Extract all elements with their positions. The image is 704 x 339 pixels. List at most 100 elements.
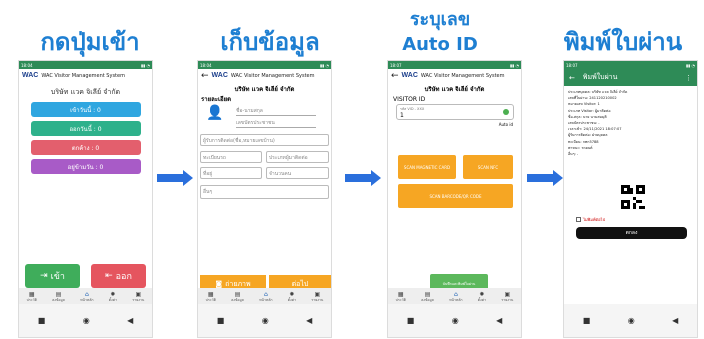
wac-logo: WAC	[401, 72, 418, 79]
enter-button[interactable]: ⇥ เข้า	[25, 264, 80, 288]
nav-label: ประวัติ	[205, 297, 216, 302]
company-name: บริษัท เเวค จิเลีย์ จำกัด	[50, 88, 121, 96]
screen-visitor-id: 18:07 ▮▮ ◔ ← WAC WAC Visitor Management Sys…	[387, 60, 522, 338]
id-field[interactable]: เลขบัตรประชาชน	[236, 119, 316, 128]
nav-report[interactable]: ▣ รายงาน	[132, 291, 144, 302]
check-icon	[503, 109, 509, 115]
stat-out-today[interactable]: ออกวันนี้ : 0	[30, 121, 141, 136]
status-bar: 18:04 ▮▮ ◔	[198, 61, 331, 69]
nav-history[interactable]: ▦ ประวัติ	[27, 291, 37, 302]
trash-icon: ▤	[234, 290, 241, 298]
visitor-type-field[interactable]: ประเภทผู้มาติดต่อ	[266, 151, 329, 163]
history-icon: ▦	[28, 290, 35, 298]
nav-label: ประวัติ	[395, 297, 406, 302]
name-field[interactable]: ชื่อ-นามสกุล	[236, 107, 316, 116]
system-nav: ■ ◉ ◀	[388, 304, 521, 337]
nav-label: รายงาน	[501, 297, 514, 302]
camera-icon: ◙	[215, 280, 223, 288]
stat-in-today[interactable]: เข้าวันนี้ : 0	[30, 102, 141, 117]
back-icon[interactable]: ◀	[672, 316, 678, 325]
recent-icon[interactable]: ■	[407, 316, 415, 325]
wac-logo: WAC	[22, 72, 39, 79]
plate-field[interactable]: ทะเบียนรถ	[200, 151, 262, 163]
back-arrow-icon[interactable]: ←	[391, 71, 399, 81]
other-field[interactable]: อื่นๆ	[200, 185, 329, 199]
recent-icon[interactable]: ■	[217, 316, 225, 325]
gear-icon: ✹	[110, 290, 116, 298]
bottom-nav: ▦ ประวัติ ▤ ลงข้อมูล ⌂ หน้าหลัก ✹ ตั้งค่า ▣ ร…	[19, 288, 152, 304]
nav-home[interactable]: ⌂ หน้าหลัก	[80, 291, 93, 302]
no-print-checkbox[interactable]: ไม่พิมพ์ต่อไป	[576, 216, 605, 223]
nav-history[interactable]: ▦ ประวัติ	[396, 291, 406, 302]
visitor-id-field[interactable]: รหัส VID - XXX 1	[396, 104, 514, 120]
nav-settings[interactable]: ✹ ตั้งค่า	[109, 291, 117, 302]
home-circle-icon[interactable]: ◉	[628, 316, 635, 325]
step2-title: เก็บข้อมูล	[220, 28, 320, 56]
nav-register[interactable]: ▤ ลงข้อมูล	[421, 291, 434, 302]
status-bar: 18:04 ▮▮ ◔	[19, 61, 152, 69]
address-field[interactable]: ที่อยู่	[200, 167, 262, 179]
home-circle-icon[interactable]: ◉	[452, 316, 459, 325]
nav-home[interactable]: ⌂ หน้าหลัก	[449, 291, 462, 302]
nav-label: ลงข้อมูล	[421, 297, 434, 302]
signal-icon: ▮▮ ◔	[685, 62, 695, 68]
stat-remaining[interactable]: ตกค้าง : 0	[30, 140, 141, 155]
system-name: WAC Visitor Management System	[420, 72, 505, 79]
avatar[interactable]: 👤	[206, 105, 224, 127]
scan-barcode-button[interactable]: SCAN BARCODE/QR CODE	[398, 184, 513, 208]
print-header: ← พิมพ์ใบผ่าน ⋮	[564, 69, 697, 86]
app-header: WAC WAC Visitor Management System	[19, 69, 152, 82]
nav-report[interactable]: ▣ รายงาน	[501, 291, 513, 302]
home-circle-icon[interactable]: ◉	[83, 316, 90, 325]
contact-field[interactable]: ผู้รับการติดต่อ(ชื่อ,หมายเลขบ้าน)	[200, 134, 329, 146]
home-circle-icon[interactable]: ◉	[262, 316, 269, 325]
arrow-right-icon	[345, 170, 381, 186]
step3-title-top: ระบุเลข	[409, 9, 471, 30]
recent-icon[interactable]: ■	[38, 316, 46, 325]
back-icon[interactable]: ◀	[306, 316, 312, 325]
home-icon: ⌂	[84, 290, 89, 298]
exit-button[interactable]: ⇤ ออก	[91, 264, 146, 288]
step4-title: พิมพ์ใบผ่าน	[563, 28, 683, 56]
checkbox-icon	[576, 217, 581, 222]
nav-register[interactable]: ▤ ลงข้อมูล	[231, 291, 244, 302]
step1-title: กดปุ่มเข้า	[40, 28, 140, 56]
more-icon[interactable]: ⋮	[685, 74, 692, 82]
back-arrow-icon[interactable]: ←	[569, 74, 575, 82]
nav-label: รายงาน	[311, 297, 324, 302]
nav-label: ตั้งค่า	[108, 297, 118, 302]
nav-home[interactable]: ⌂ หน้าหลัก	[259, 291, 272, 302]
arrow-right-icon	[157, 170, 193, 186]
status-time: 18:04	[200, 62, 212, 68]
stat-overnight[interactable]: อยู่ข้ามวัน : 0	[30, 159, 141, 174]
system-name: WAC Visitor Management System	[41, 72, 125, 79]
exit-label: ออก	[115, 272, 132, 282]
excel-icon: ▣	[504, 290, 511, 298]
status-time: 18:04	[21, 62, 33, 68]
gear-icon: ✹	[479, 290, 485, 298]
excel-icon: ▣	[135, 290, 142, 298]
amount-field[interactable]: จำนวนคน	[266, 167, 329, 179]
back-icon[interactable]: ◀	[496, 316, 502, 325]
scan-nfc-button[interactable]: SCAN NFC	[463, 155, 513, 179]
back-arrow-icon[interactable]: ←	[201, 71, 209, 81]
nav-label: ประวัติ	[26, 297, 37, 302]
nav-label: ตั้งค่า	[477, 297, 487, 302]
enter-label: เข้า	[50, 272, 65, 282]
system-nav: ■ ◉ ◀	[198, 304, 331, 337]
nav-history[interactable]: ▦ ประวัติ	[206, 291, 216, 302]
ok-button[interactable]: ตกลง	[576, 227, 687, 239]
nav-register[interactable]: ▤ ลงข้อมูล	[52, 291, 65, 302]
home-icon: ⌂	[453, 290, 458, 298]
nav-label: รายงาน	[132, 297, 145, 302]
auto-id-toggle[interactable]: Auto id	[499, 122, 513, 127]
recent-icon[interactable]: ■	[583, 316, 591, 325]
nav-settings[interactable]: ✹ ตั้งค่า	[288, 291, 296, 302]
qr-code-icon	[621, 185, 645, 209]
nav-settings[interactable]: ✹ ตั้งค่า	[478, 291, 486, 302]
nav-report[interactable]: ▣ รายงาน	[311, 291, 323, 302]
scan-magnetic-button[interactable]: SCAN MAGNETIC CARD	[398, 155, 456, 179]
visitor-id-value: 1	[400, 112, 404, 119]
history-icon: ▦	[207, 290, 214, 298]
back-icon[interactable]: ◀	[127, 316, 133, 325]
